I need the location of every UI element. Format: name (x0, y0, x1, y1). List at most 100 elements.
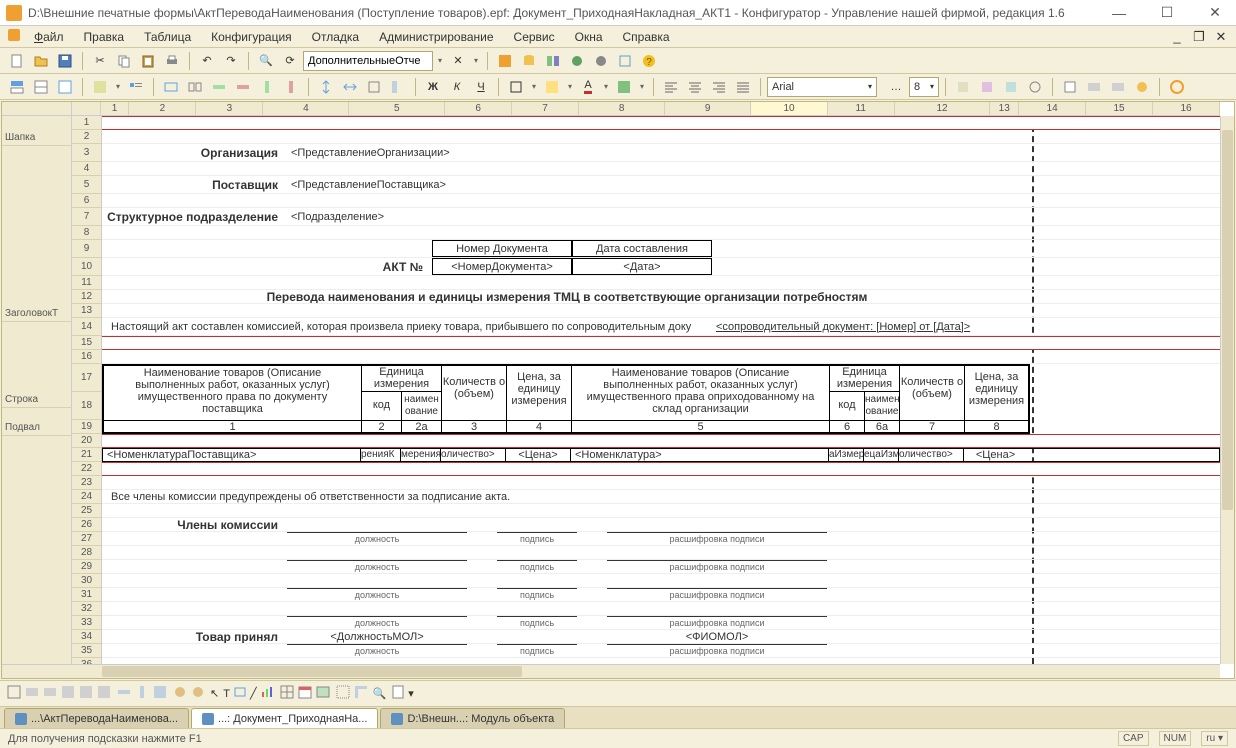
tb2-dd-4[interactable]: ▾ (113, 76, 123, 98)
italic-icon[interactable]: К (446, 76, 468, 98)
textcolor-dd-icon[interactable]: ▾ (601, 76, 611, 98)
menu-help[interactable]: Справка (615, 28, 678, 46)
bb-line-icon[interactable]: ╱ (250, 687, 257, 700)
bgcolor-icon[interactable] (541, 76, 563, 98)
font-select[interactable]: Arial▾ (767, 77, 877, 97)
bb-rect-icon[interactable] (232, 684, 248, 703)
redo-icon[interactable]: ↷ (220, 50, 242, 72)
bb-icon-7[interactable] (116, 684, 132, 703)
menu-file[interactable]: Файл (26, 28, 72, 46)
row-height-icon[interactable] (315, 76, 337, 98)
app-menu-icon[interactable] (6, 27, 22, 46)
supplier-value[interactable]: <ПредставлениеПоставщика> (287, 176, 687, 193)
clear-icon[interactable]: ✕ (447, 50, 469, 72)
copy-icon[interactable] (113, 50, 135, 72)
bb-table-icon[interactable] (279, 684, 295, 703)
freeze-icon[interactable] (387, 76, 409, 98)
tab-1[interactable]: ...\АктПереводаНаименова... (4, 708, 189, 728)
tab-2[interactable]: ...: Документ_ПриходнаяНа... (191, 708, 378, 728)
menu-config[interactable]: Конфигурация (203, 28, 300, 46)
row-ruler[interactable]: 1 2 3 4 5 6 7 8 9 10 11 12 13 14 15 16 1… (72, 116, 102, 664)
intro-link[interactable]: <сопроводительный документ: [Номер] от [… (712, 318, 1032, 335)
tb2-end-3[interactable] (1000, 76, 1022, 98)
tb2-end-5[interactable] (1059, 76, 1081, 98)
open-icon[interactable] (30, 50, 52, 72)
tb2-icon-1[interactable] (6, 76, 28, 98)
doc-num-val[interactable]: <НомерДокумента> (432, 258, 572, 275)
insert-col-icon[interactable] (256, 76, 278, 98)
row-c2[interactable]: ренияК (361, 449, 401, 461)
position-val[interactable]: <ДолжностьМОЛ> (287, 630, 467, 643)
align-justify-icon[interactable] (732, 76, 754, 98)
debug-stop-icon[interactable] (590, 50, 612, 72)
bb-icon-8[interactable] (134, 684, 150, 703)
bb-icon-10[interactable] (172, 684, 188, 703)
border-icon[interactable] (505, 76, 527, 98)
mdi-minimize-icon[interactable]: _ (1168, 28, 1186, 46)
refresh-icon[interactable]: ⟳ (279, 50, 301, 72)
menu-table[interactable]: Таблица (136, 28, 199, 46)
underline-icon[interactable]: Ч (470, 76, 492, 98)
minimize-button[interactable]: — (1104, 4, 1134, 22)
tb2-end-7[interactable] (1107, 76, 1129, 98)
debug-run-icon[interactable] (566, 50, 588, 72)
search-input[interactable] (303, 51, 433, 71)
delete-col-icon[interactable] (280, 76, 302, 98)
bb-icon-11[interactable] (190, 684, 206, 703)
fio-val[interactable]: <ФИОМОЛ> (607, 630, 827, 643)
tb2-end-6[interactable] (1083, 76, 1105, 98)
align-left-icon[interactable] (660, 76, 682, 98)
row-c5[interactable]: <Номенклатура> (571, 449, 829, 461)
align-center-icon[interactable] (684, 76, 706, 98)
autofit-icon[interactable] (363, 76, 385, 98)
bb-picture-icon[interactable] (315, 684, 331, 703)
bgcolor-dd-icon[interactable]: ▾ (565, 76, 575, 98)
dept-value[interactable]: <Подразделение> (287, 208, 687, 225)
bb-grid-icon[interactable] (335, 684, 351, 703)
ruler-corner[interactable] (2, 102, 72, 116)
insert-row-icon[interactable] (208, 76, 230, 98)
clear-dropdown-icon[interactable]: ▾ (471, 50, 481, 72)
db-icon[interactable] (518, 50, 540, 72)
vertical-scrollbar[interactable] (1220, 116, 1234, 664)
row-c1[interactable]: <НоменклатураПоставщика> (103, 449, 361, 461)
bb-headers-icon[interactable] (353, 684, 369, 703)
find-icon[interactable]: 🔍 (255, 50, 277, 72)
doc-date-val[interactable]: <Дата> (572, 258, 712, 275)
configurator-icon[interactable] (494, 50, 516, 72)
bb-calendar-icon[interactable] (297, 684, 313, 703)
tb2-end-2[interactable] (976, 76, 998, 98)
compare-icon[interactable] (542, 50, 564, 72)
section-footer[interactable]: Подвал (2, 420, 72, 436)
cut-icon[interactable]: ✂ (89, 50, 111, 72)
undo-icon[interactable]: ↶ (196, 50, 218, 72)
bb-preview-icon[interactable] (390, 684, 406, 703)
row-c8[interactable]: <Цена> (964, 449, 1027, 461)
close-button[interactable]: ✕ (1200, 4, 1230, 22)
org-value[interactable]: <ПредставлениеОрганизации> (287, 144, 687, 161)
bb-icon-3[interactable] (42, 684, 58, 703)
merge-cells-icon[interactable] (160, 76, 182, 98)
font-ellipsis-icon[interactable]: … (885, 76, 907, 98)
paste-icon[interactable] (137, 50, 159, 72)
fillcolor-dd-icon[interactable]: ▾ (637, 76, 647, 98)
menu-admin[interactable]: Администрирование (371, 28, 501, 46)
row-c2a[interactable]: мерения (401, 449, 441, 461)
textcolor-icon[interactable]: А (577, 76, 599, 98)
search-dropdown-icon[interactable]: ▾ (435, 50, 445, 72)
bb-icon-9[interactable] (152, 684, 168, 703)
bb-icon-4[interactable] (60, 684, 76, 703)
bb-pointer-icon[interactable]: ↖ (210, 687, 219, 700)
section-row[interactable]: Строка (2, 392, 72, 408)
bb-chart-icon[interactable] (259, 684, 275, 703)
bb-preview-dd[interactable]: ▾ (408, 687, 414, 700)
bb-icon-5[interactable] (78, 684, 94, 703)
horizontal-scrollbar[interactable] (2, 664, 1220, 678)
new-icon[interactable] (6, 50, 28, 72)
fillcolor-icon[interactable] (613, 76, 635, 98)
tb2-icon-3[interactable] (54, 76, 76, 98)
bb-zoom-icon[interactable]: 🔍 (373, 687, 387, 700)
tb2-end-4[interactable] (1024, 76, 1046, 98)
menu-windows[interactable]: Окна (567, 28, 611, 46)
delete-row-icon[interactable] (232, 76, 254, 98)
